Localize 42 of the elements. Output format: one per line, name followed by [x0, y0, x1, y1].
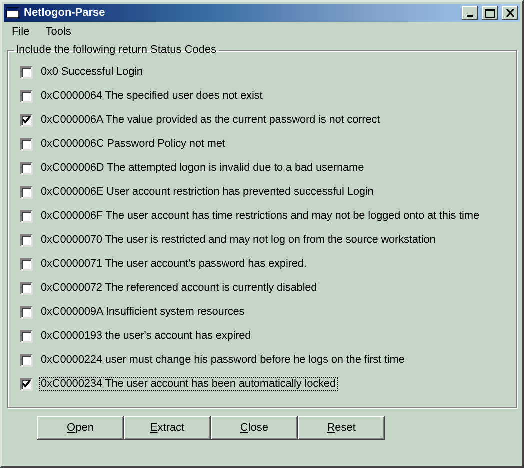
action-button[interactable]: Close — [211, 416, 298, 440]
checkbox[interactable] — [20, 282, 33, 294]
checkbox-label[interactable]: 0xC0000071 The user account's password has expired. — [39, 257, 309, 271]
action-button[interactable]: Extract — [124, 416, 211, 440]
checkbox-label[interactable]: 0xC000006F The user account has time restrictions and may not be logged onto at this time — [39, 209, 482, 223]
maximize-button[interactable] — [482, 6, 498, 20]
checkbox[interactable] — [20, 66, 33, 78]
close-icon — [506, 9, 514, 17]
checkbox-label[interactable]: 0xC000006E User account restriction has prevented successful Login — [39, 185, 376, 199]
close-button[interactable] — [502, 6, 518, 20]
checkbox[interactable] — [20, 210, 33, 222]
checkbox[interactable] — [20, 258, 33, 270]
action-button[interactable]: Open — [37, 416, 124, 440]
checkbox-label[interactable]: 0x0 Successful Login — [39, 65, 145, 79]
app-icon — [6, 7, 20, 19]
checkbox[interactable] — [20, 378, 33, 390]
checkbox-label[interactable]: 0xC0000234 The user account has been automatically locked — [39, 377, 338, 391]
checkbox[interactable] — [20, 114, 33, 126]
checkbox[interactable] — [20, 234, 33, 246]
checkbox[interactable] — [20, 138, 33, 150]
action-button[interactable]: Reset — [298, 416, 385, 440]
checkbox-label[interactable]: 0xC000006A The value provided as the current password is not correct — [39, 113, 382, 127]
checkbox-label[interactable]: 0xC000009A Insufficient system resources — [39, 305, 247, 319]
menu-item[interactable]: File — [6, 25, 36, 39]
checkbox-label[interactable]: 0xC000006C Password Policy not met — [39, 137, 228, 151]
maximize-icon — [485, 8, 495, 18]
window-title: Netlogon-Parse — [24, 7, 106, 19]
checkbox-label[interactable]: 0xC0000070 The user is restricted and may not log on from the source workstation — [39, 233, 438, 247]
checkbox[interactable] — [20, 186, 33, 198]
checkbox-label[interactable]: 0xC0000193 the user's account has expired — [39, 329, 254, 343]
minimize-button[interactable] — [462, 6, 478, 20]
group-title: Include the following return Status Codes — [15, 44, 218, 56]
checkbox-label[interactable]: 0xC0000064 The specified user does not exist — [39, 89, 265, 103]
checkbox-label[interactable]: 0xC0000072 The referenced account is currently disabled — [39, 281, 320, 295]
menu-item[interactable]: Tools — [40, 25, 78, 39]
checkbox-label[interactable]: 0xC000006D The attempted logon is invalid due to a bad username — [39, 161, 366, 175]
checkbox-label[interactable]: 0xC0000224 user must change his password before he logs on the first time — [39, 353, 407, 367]
checkbox[interactable] — [20, 354, 33, 366]
checkbox[interactable] — [20, 90, 33, 102]
checkbox[interactable] — [20, 306, 33, 318]
checkbox[interactable] — [20, 330, 33, 342]
checkbox[interactable] — [20, 162, 33, 174]
